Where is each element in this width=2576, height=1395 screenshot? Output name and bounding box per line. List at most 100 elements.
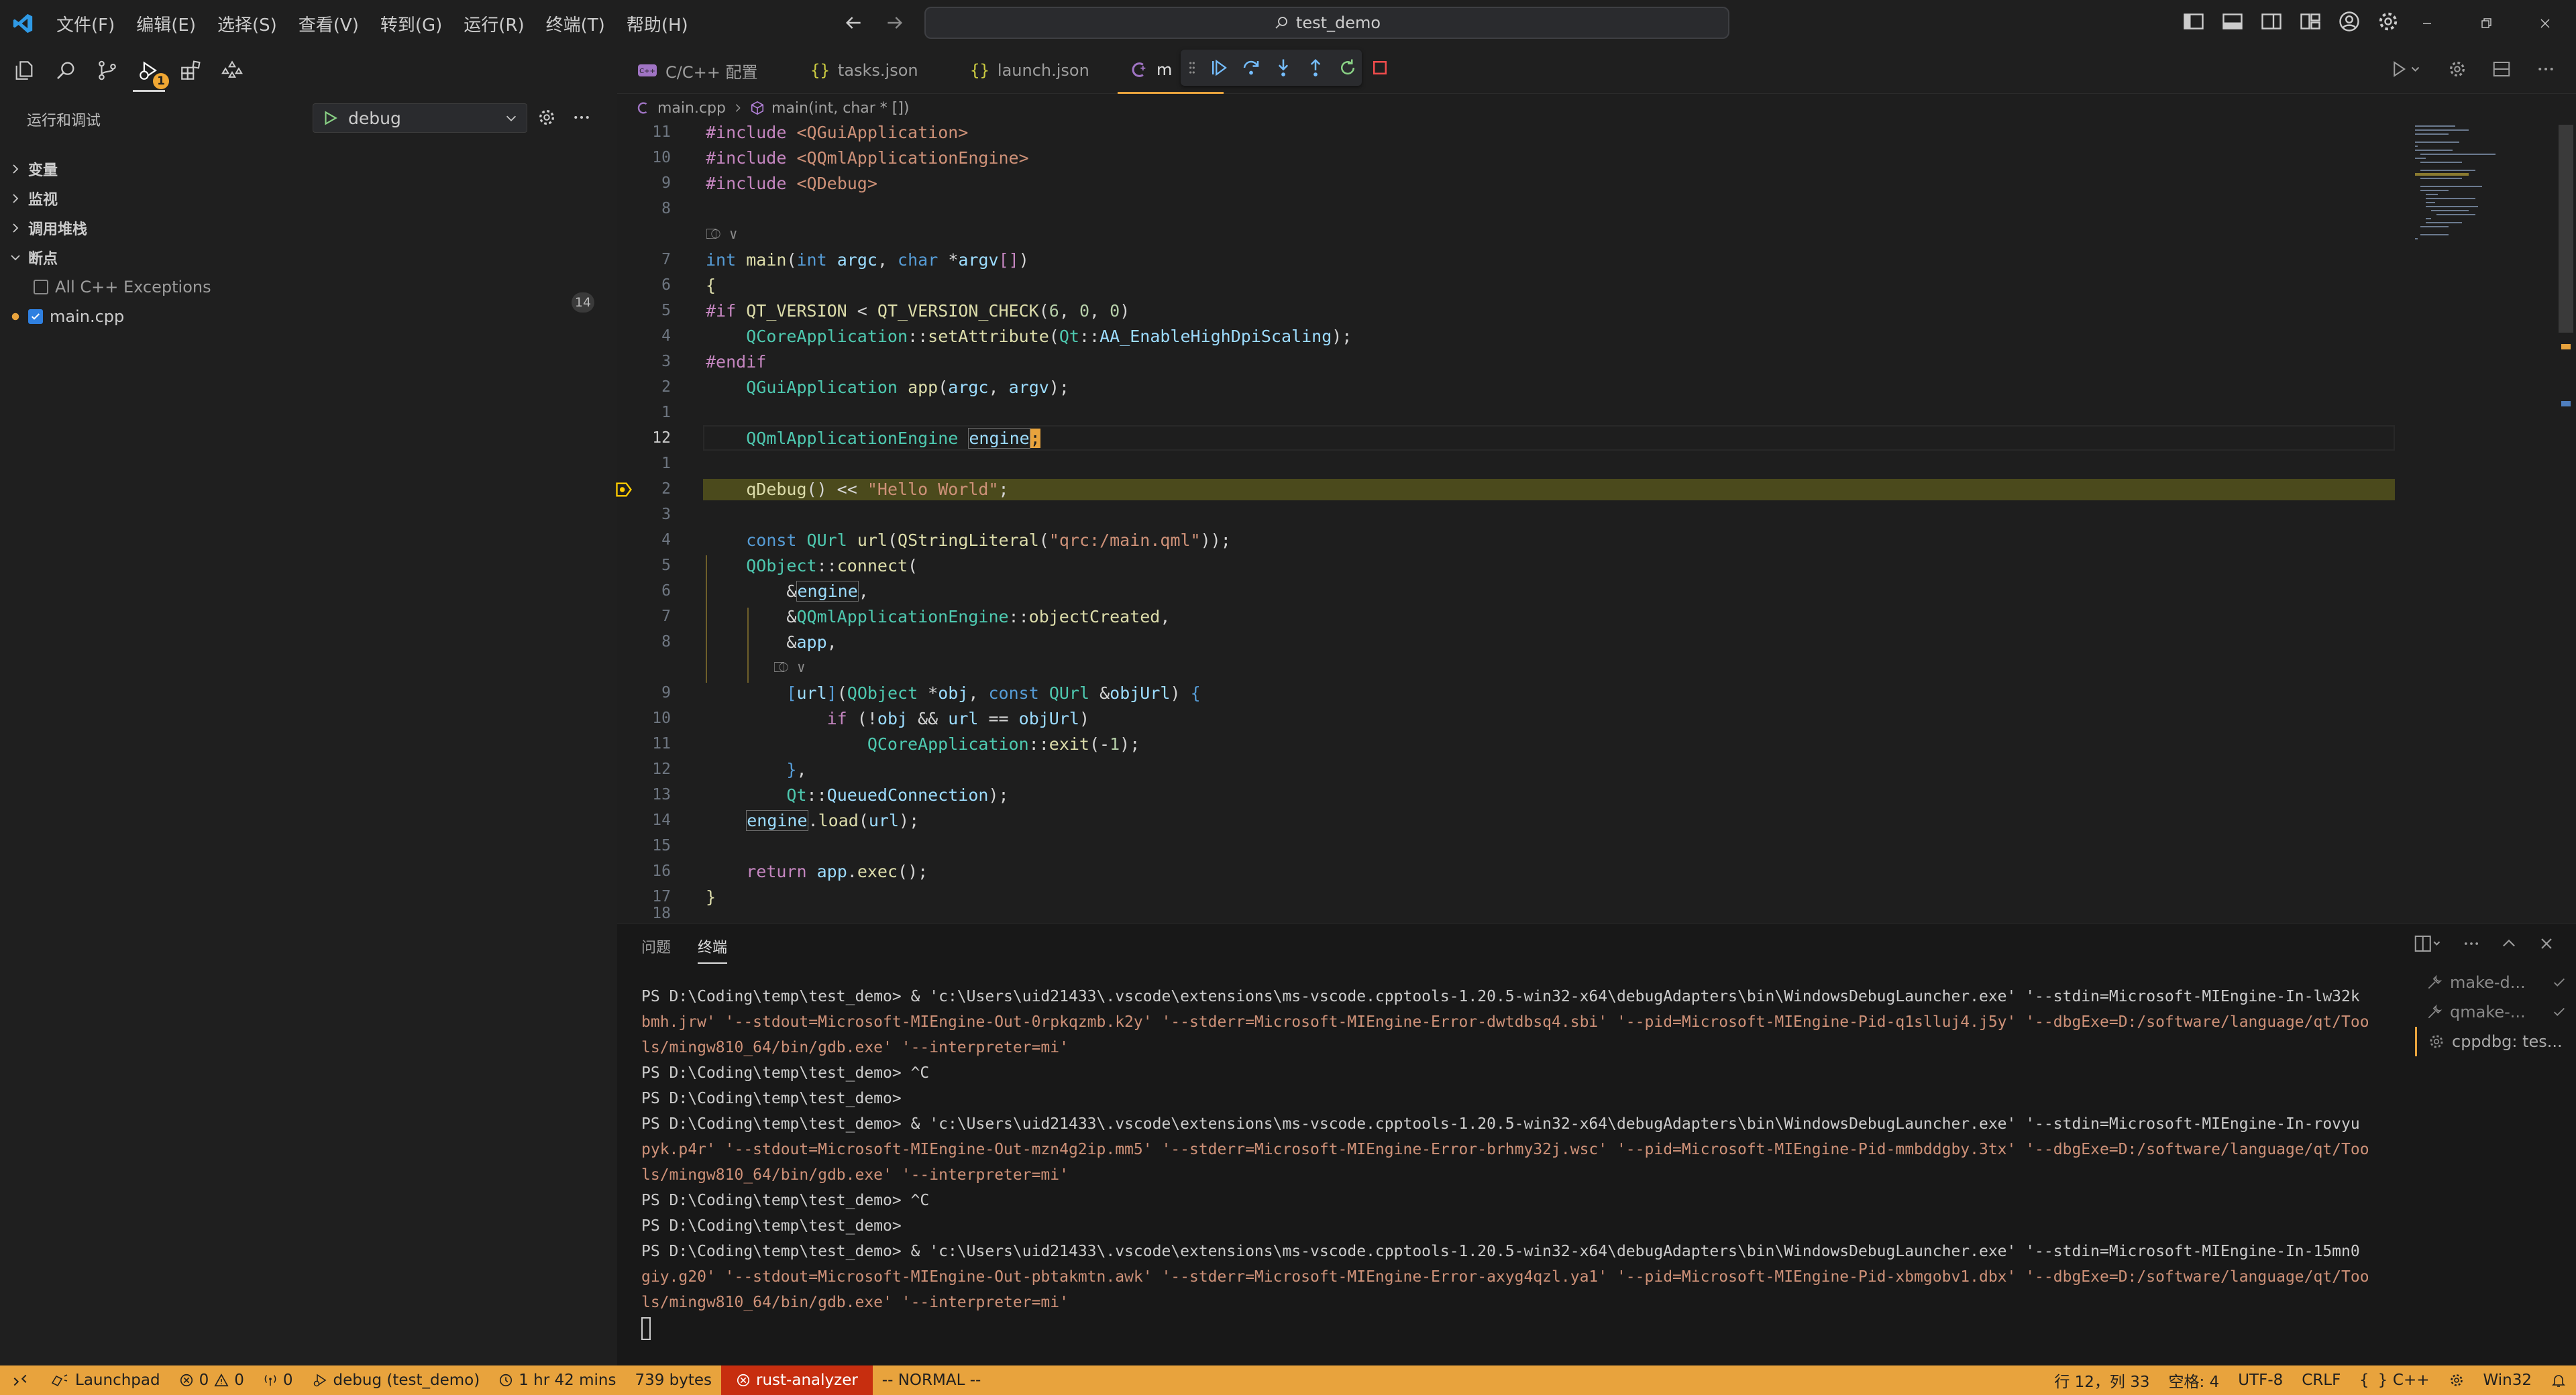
cursor-position[interactable]: 行 12，列 33 [2045,1365,2159,1395]
customize-layout-icon[interactable] [2298,9,2322,34]
toggle-primary-sidebar-icon[interactable] [2182,9,2206,34]
platform[interactable]: Win32 [2474,1365,2541,1395]
more-actions-icon[interactable] [572,107,592,127]
section-watch[interactable]: 监视 [9,185,58,212]
drag-handle-icon[interactable] [1187,58,1197,77]
minimap[interactable] [2408,119,2556,254]
more-actions-icon[interactable] [2536,59,2556,79]
indentation[interactable]: 空格: 4 [2159,1365,2229,1395]
extensions-icon[interactable] [178,58,203,82]
minimize-icon[interactable] [2398,0,2457,47]
encoding[interactable]: UTF-8 [2229,1365,2292,1395]
breakpoint-cpp-exceptions[interactable]: All C++ Exceptions [34,274,211,300]
codelens[interactable]: ⎄ ∨ [706,659,806,676]
debug-config-select[interactable]: debug [313,103,527,133]
code-line: 8 &app, [617,629,2395,655]
debug-alt-icon [312,1372,328,1388]
run-debug-icon[interactable]: 1 [133,58,169,92]
restore-icon[interactable] [2457,0,2516,47]
section-variables[interactable]: 变量 [9,156,58,182]
terminal-item-cppdbg[interactable]: cppdbg: tes... [2415,1027,2576,1056]
restart-icon[interactable] [1338,58,1358,78]
terminal-item-qmake[interactable]: qmake-... [2415,997,2576,1027]
tab-cpp-config[interactable]: C++ C/C++ 配置 [625,47,769,94]
menu-go[interactable]: 转到(G) [370,11,453,36]
step-over-icon[interactable] [1241,58,1261,78]
menu-terminal[interactable]: 终端(T) [535,11,616,36]
rust-analyzer-status[interactable]: rust-analyzer [721,1365,873,1395]
toggle-secondary-sidebar-icon[interactable] [2259,9,2284,34]
ports-count: 0 [282,1372,293,1389]
breadcrumb-symbol[interactable]: main(int, char * []) [771,100,910,117]
codelens[interactable]: ⎄ ∨ [706,226,738,243]
debug-badge: 1 [153,73,169,89]
code-editor[interactable]: 11 #include <QGuiApplication> 10 #include … [616,119,2402,922]
breakpoint-line-badge: 14 [572,292,594,313]
menu-view[interactable]: 查看(V) [288,11,370,36]
gear-icon[interactable] [2376,9,2400,34]
remote-indicator[interactable] [0,1365,40,1395]
tab-launch-json[interactable]: {} launch.json [958,47,1102,94]
maximize-panel-icon[interactable] [2500,934,2518,953]
menu-selection[interactable]: 选择(S) [207,11,288,36]
step-out-icon[interactable] [1305,58,1326,78]
tab-terminal[interactable]: 终端 [698,936,728,964]
stop-icon[interactable] [1370,58,1390,78]
terminal-prompt-line [641,1315,2406,1341]
launchpad-item[interactable]: Launchpad [40,1365,170,1395]
end-of-line[interactable]: CRLF [2292,1365,2350,1395]
close-icon[interactable] [2516,0,2575,47]
terminal-line: PS D:\Coding\temp\test_demo> [641,1217,902,1235]
start-debugging-icon[interactable] [321,109,339,127]
code-line: 3 [617,502,2395,527]
command-center-search[interactable]: test_demo [924,7,1729,39]
menu-edit[interactable]: 编辑(E) [125,11,207,36]
open-launch-json-gear-icon[interactable] [537,107,557,127]
step-into-icon[interactable] [1273,58,1293,78]
line-number: 17 [652,888,671,905]
section-label: 断点 [28,251,58,268]
arrow-back-icon[interactable] [843,12,864,34]
code-text: Qt::QueuedConnection); [786,785,1009,805]
editor-gear-icon[interactable] [2447,59,2467,79]
search-view-icon[interactable] [54,58,78,82]
problems-indicator[interactable]: 00 [170,1365,254,1395]
editor-scrollbar[interactable] [2556,119,2576,922]
account-icon[interactable] [2337,9,2361,34]
toggle-panel-icon[interactable] [2220,9,2245,34]
line-number: 12 [652,429,671,447]
explorer-icon[interactable] [12,58,36,82]
notifications[interactable] [2541,1365,2576,1395]
breakpoint-checkbox[interactable] [28,309,43,324]
tab-problems[interactable]: 问题 [641,936,671,964]
c-cpp-status[interactable] [2439,1365,2474,1395]
split-editor-icon[interactable] [2491,59,2512,79]
breadcrumb-file[interactable]: main.cpp [657,100,726,117]
remote-explorer-icon[interactable] [220,58,244,82]
continue-icon[interactable] [1209,58,1229,78]
ports-indicator[interactable]: 0 [254,1365,303,1395]
radio-tower-icon [263,1373,278,1388]
section-breakpoints[interactable]: 断点 [9,244,58,271]
close-panel-icon[interactable] [2537,934,2556,953]
terminal-output[interactable]: PS D:\Coding\temp\test_demo> & 'c:\Users… [641,984,2406,1341]
terminal-item-make[interactable]: make-d... [2415,968,2576,997]
language-mode[interactable]: { } C++ [2350,1365,2438,1395]
breadcrumb: main.cpp main(int, char * []) [636,97,910,119]
scrollbar-thumb[interactable] [2559,125,2573,333]
breakpoint-checkbox[interactable] [34,280,48,294]
menu-help[interactable]: 帮助(H) [616,11,699,36]
debug-target[interactable]: debug (test_demo) [303,1365,490,1395]
tab-tasks-json[interactable]: {} tasks.json [798,47,930,94]
split-terminal-icon[interactable] [2414,934,2443,953]
menu-file[interactable]: 文件(F) [46,11,125,36]
menu-run[interactable]: 运行(R) [453,11,535,36]
source-control-icon[interactable] [95,58,119,82]
time-tracker[interactable]: 1 hr 42 mins [489,1365,625,1395]
breakpoint-main-cpp[interactable]: main.cpp [9,303,124,330]
arrow-forward-icon[interactable] [884,12,906,34]
run-debug-dropdown-icon[interactable] [2391,59,2423,79]
section-call-stack[interactable]: 调用堆栈 [9,215,87,241]
more-actions-icon[interactable] [2462,934,2481,953]
tab-label: m [1157,60,1173,79]
